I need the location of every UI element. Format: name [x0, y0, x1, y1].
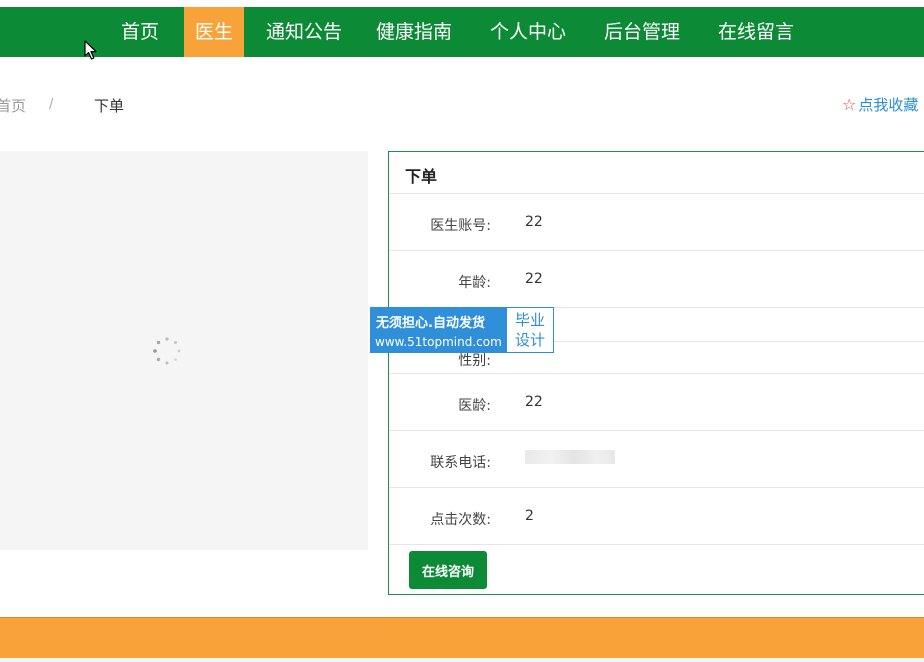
main-nav: 首页 医生 通知公告 健康指南 个人中心 后台管理 在线留言 — [0, 7, 924, 57]
doctor-image-panel — [0, 151, 368, 550]
online-consult-button[interactable]: 在线咨询 — [409, 551, 487, 589]
loading-spinner-icon — [153, 337, 181, 365]
field-label-age: 年龄: — [458, 275, 491, 291]
divider — [389, 193, 924, 194]
divider — [389, 373, 924, 374]
top-strip — [0, 0, 924, 7]
phone-value-masked — [525, 450, 615, 464]
breadcrumb-home[interactable]: 首页 — [0, 95, 26, 116]
divider — [389, 250, 924, 251]
field-label-phone: 联系电话: — [430, 455, 491, 471]
field-value-click-count: 2 — [525, 508, 534, 524]
mouse-cursor-icon — [84, 40, 97, 60]
divider — [389, 487, 924, 488]
star-outline-icon: ☆ — [842, 95, 857, 114]
nav-item-home[interactable]: 首页 — [108, 7, 172, 57]
field-value-age: 22 — [525, 271, 543, 287]
watermark-side-badge: 毕业 设计 — [507, 308, 553, 352]
divider — [389, 544, 924, 545]
breadcrumb-separator: / — [49, 97, 54, 112]
watermark-badge-line2: 设计 — [514, 331, 545, 349]
field-label-doctor-account: 医生账号: — [430, 218, 491, 234]
field-value-doctor-account: 22 — [525, 214, 543, 230]
nav-item-doctor[interactable]: 医生 — [184, 7, 244, 57]
field-value-years-of-practice: 22 — [525, 394, 543, 410]
field-label-gender: 性别: — [458, 353, 491, 369]
watermark-badge: 无须担心.自动发货 www.51topmind.com 毕业 设计 — [370, 307, 554, 353]
favorite-link[interactable]: ☆ 点我收藏 — [842, 94, 918, 115]
footer-bottom-strip — [0, 658, 924, 662]
nav-item-personal-center[interactable]: 个人中心 — [480, 7, 576, 57]
field-label-click-count: 点击次数: — [430, 512, 491, 528]
breadcrumb-current: 下单 — [94, 97, 125, 115]
footer-bar — [0, 618, 924, 658]
favorite-label: 点我收藏 — [858, 96, 919, 114]
nav-item-admin[interactable]: 后台管理 — [594, 7, 690, 57]
nav-item-message[interactable]: 在线留言 — [708, 7, 804, 57]
watermark-line2: www.51topmind.com — [375, 335, 502, 349]
nav-item-health-guide[interactable]: 健康指南 — [366, 7, 462, 57]
watermark-text: 无须担心.自动发货 www.51topmind.com — [371, 308, 507, 352]
field-label-years-of-practice: 医龄: — [458, 398, 491, 414]
nav-item-notices[interactable]: 通知公告 — [256, 7, 352, 57]
divider — [389, 430, 924, 431]
order-detail-card: 下单 医生账号: 22 年龄: 22 性别: 医龄: 22 联系电话: 点击次数… — [388, 151, 924, 595]
watermark-badge-line1: 毕业 — [514, 311, 545, 329]
watermark-line1: 无须担心.自动发货 — [376, 316, 485, 331]
card-title: 下单 — [405, 167, 438, 186]
page: 首页 医生 通知公告 健康指南 个人中心 后台管理 在线留言 首页 / 下单 ☆… — [0, 0, 924, 662]
